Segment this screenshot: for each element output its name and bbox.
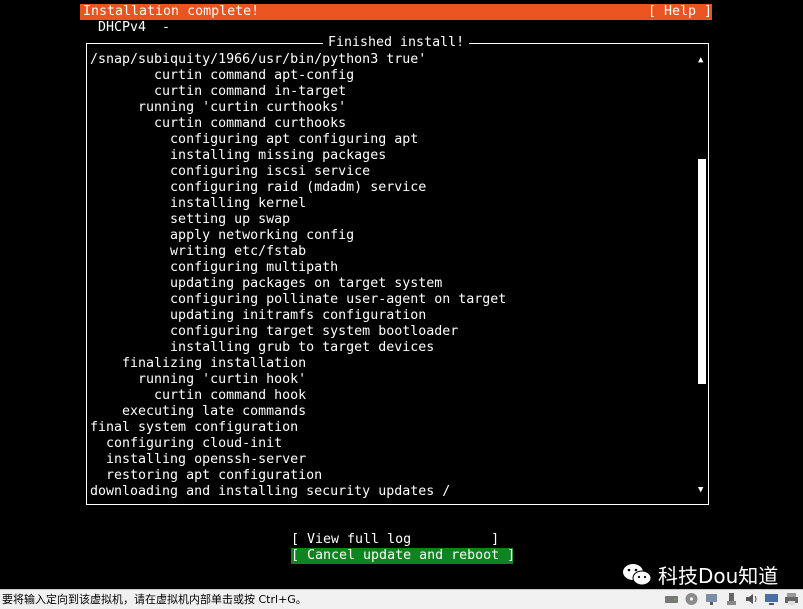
log-line: executing late commands [90,404,307,419]
display-icon[interactable] [764,592,779,606]
cancel-update-and-reboot-button[interactable]: [ Cancel update and reboot ] [291,548,515,564]
dialog-title: Finished install! [323,35,470,51]
log-scrollbar[interactable]: ▲ ▼ [698,55,708,495]
vm-status-bar: 要将输入定向到该虚拟机，请在虚拟机内部单击或按 Ctrl+G。 [0,589,803,609]
sound-icon[interactable] [744,592,759,606]
log-line: setting up swap [90,212,291,227]
log-line: configuring raid (mdadm) service [90,180,427,195]
log-line: installing grub to target devices [90,340,435,355]
watermark-text: 科技Dou知道 [658,564,779,588]
wechat-icon [623,563,652,585]
log-line: configuring iscsi service [90,164,371,179]
page-title: Installation complete! [83,4,260,19]
log-line: updating packages on target system [90,276,443,291]
network-status: DHCPv4 - [98,20,171,35]
log-line: running 'curtin curthooks' [90,100,347,115]
scroll-up-arrow-icon[interactable]: ▲ [698,55,703,65]
view-full-log-button[interactable]: [ View full log ] [291,532,499,548]
status-hint: 要将输入定向到该虚拟机，请在虚拟机内部单击或按 Ctrl+G。 [2,593,307,606]
log-line: downloading and installing security upda… [90,484,451,499]
help-button[interactable]: [ Help ] [648,3,712,20]
log-line: configuring multipath [90,260,339,275]
log-line: installing kernel [90,196,307,211]
hard-disk-icon[interactable] [664,592,679,606]
log-line: configuring pollinate user-agent on targ… [90,292,507,307]
log-line: curtin command apt-config [90,68,355,83]
log-line: curtin command curthooks [90,116,347,131]
usb-icon[interactable] [724,592,739,606]
scrollbar-thumb[interactable] [698,158,706,384]
device-icons [664,592,799,606]
log-line: installing missing packages [90,148,387,163]
log-line: configuring cloud-init [90,436,283,451]
log-line: /snap/subiquity/1966/usr/bin/python3 tru… [90,52,427,67]
scroll-down-arrow-icon[interactable]: ▼ [698,485,703,495]
log-line: writing etc/fstab [90,244,307,259]
log-line: finalizing installation [90,356,307,371]
printer-icon[interactable] [784,592,799,606]
log-line: apply networking config [90,228,355,243]
log-line: restoring apt configuration [90,468,323,483]
install-log: /snap/subiquity/1966/usr/bin/python3 tru… [90,52,506,500]
network-icon[interactable] [704,592,719,606]
log-line: curtin command hook [90,388,307,403]
title-bar: Installation complete! [ Help ] [80,4,712,20]
log-line: configuring target system bootloader [90,324,459,339]
cd-drive-icon[interactable] [684,592,699,606]
log-line: curtin command in-target [90,84,347,99]
watermark: 科技Dou知道 [622,560,778,589]
log-line: updating initramfs configuration [90,308,427,323]
log-line: installing openssh-server [90,452,307,467]
log-line: configuring apt configuring apt [90,132,419,147]
log-line: running 'curtin hook' [90,372,307,387]
log-line: final system configuration [90,420,299,435]
